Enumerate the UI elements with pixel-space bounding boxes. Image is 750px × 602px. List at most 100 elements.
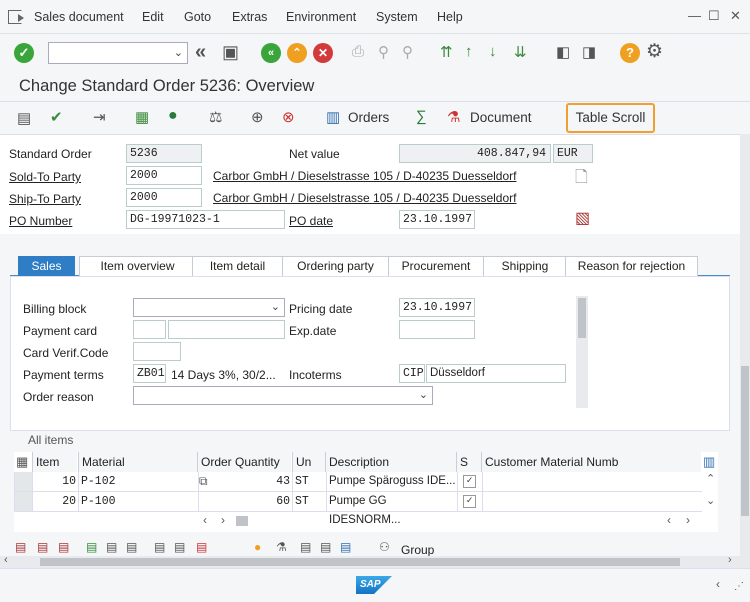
group-icon[interactable]: ⚇ bbox=[379, 540, 390, 554]
menu-system[interactable]: System bbox=[376, 10, 418, 24]
payment-card-type-field[interactable] bbox=[133, 320, 166, 339]
display-doc-flow-icon[interactable]: ▤ bbox=[17, 109, 31, 127]
table-hscroll-thumb[interactable] bbox=[236, 516, 248, 526]
scroll-right-icon[interactable]: › bbox=[221, 513, 225, 527]
tab-ordering-party[interactable]: Ordering party bbox=[282, 256, 389, 276]
create-shortcut-icon[interactable]: ◨ bbox=[582, 43, 596, 61]
table-row-customer-material[interactable] bbox=[482, 492, 702, 512]
orders-button[interactable]: Orders bbox=[348, 110, 389, 125]
incoterms-place-field[interactable]: Düsseldorf bbox=[426, 364, 566, 383]
item-detail-icon[interactable]: ▤ bbox=[86, 540, 97, 554]
table-scroll-button[interactable]: Table Scroll bbox=[566, 103, 655, 133]
document-icon[interactable]: 🗋 bbox=[575, 166, 588, 193]
scrollbar-thumb[interactable] bbox=[578, 298, 586, 338]
tab-sales[interactable]: Sales bbox=[18, 256, 75, 276]
item-reject-icon[interactable]: ▤ bbox=[196, 540, 207, 554]
table-row-quantity[interactable]: 60 bbox=[198, 492, 292, 512]
main-vertical-scrollbar[interactable] bbox=[740, 134, 750, 556]
sort-icon[interactable]: ⚗ bbox=[276, 540, 287, 554]
table-settings-icon[interactable]: ▦ bbox=[16, 454, 28, 470]
scroll-left-icon[interactable]: ‹ bbox=[4, 554, 8, 566]
close-icon[interactable]: ✕ bbox=[730, 8, 741, 24]
tab-item-overview[interactable]: Item overview bbox=[79, 256, 196, 276]
table-row-unit[interactable]: ST bbox=[292, 492, 326, 512]
deselect-all-icon[interactable]: ▤ bbox=[37, 540, 48, 554]
attachment-icon[interactable]: ▧ bbox=[575, 208, 590, 228]
help-icon[interactable]: ? bbox=[620, 43, 640, 63]
table-row-description[interactable]: Pumpe GG IDESNORM... bbox=[326, 492, 457, 526]
scroll-up-icon[interactable]: ⌃ bbox=[706, 472, 715, 485]
column-header-s[interactable]: S bbox=[456, 452, 482, 472]
menu-edit[interactable]: Edit bbox=[142, 10, 164, 24]
fields-scrollbar[interactable] bbox=[576, 296, 588, 408]
settings-gear-icon[interactable]: ⚙ bbox=[646, 40, 663, 63]
table-row-item[interactable]: 20 bbox=[32, 492, 78, 512]
table-row-description[interactable]: Pumpe Späroguss IDE... bbox=[326, 472, 457, 492]
sum-icon[interactable]: ∑ bbox=[416, 108, 427, 125]
layout-icon[interactable]: ▤ bbox=[340, 540, 351, 554]
create-session-icon[interactable]: ◧ bbox=[556, 43, 570, 61]
resize-grip-icon[interactable]: ⋰ bbox=[734, 581, 744, 592]
tab-procurement[interactable]: Procurement bbox=[388, 256, 484, 276]
menu-extras[interactable]: Extras bbox=[232, 10, 267, 24]
item-copy-icon[interactable]: ▤ bbox=[154, 540, 165, 554]
menu-environment[interactable]: Environment bbox=[286, 10, 356, 24]
ship-to-label[interactable]: Ship-To Party bbox=[9, 192, 81, 206]
scroll-right-icon[interactable]: › bbox=[686, 513, 690, 527]
next-page-icon[interactable]: ↓ bbox=[489, 43, 497, 60]
table-row-material[interactable]: P-100 bbox=[78, 492, 198, 512]
scroll-left-icon[interactable]: ‹ bbox=[667, 513, 671, 527]
menu-help[interactable]: Help bbox=[437, 10, 463, 24]
checkbox[interactable]: ✓ bbox=[463, 475, 476, 488]
item-insert-icon[interactable]: ▤ bbox=[174, 540, 185, 554]
command-field[interactable]: ⌄ bbox=[48, 42, 188, 64]
checkbox[interactable]: ✓ bbox=[463, 495, 476, 508]
back-icon[interactable]: « bbox=[261, 43, 281, 63]
pricing-date-field[interactable]: 23.10.1997 bbox=[399, 298, 475, 317]
menu-sales-document[interactable]: Sales document bbox=[34, 10, 124, 24]
orders-icon[interactable]: ▥ bbox=[326, 108, 340, 126]
stock-icon[interactable]: ⊕ bbox=[251, 108, 264, 126]
header-detail-icon[interactable]: ⇥ bbox=[93, 108, 106, 126]
po-number-label[interactable]: PO Number bbox=[9, 214, 72, 228]
column-header-item[interactable]: Item bbox=[32, 452, 77, 472]
card-verif-code-field[interactable] bbox=[133, 342, 181, 361]
enter-icon[interactable]: ✓ bbox=[14, 43, 34, 63]
po-date-label[interactable]: PO date bbox=[289, 214, 333, 228]
maximize-icon[interactable]: ☐ bbox=[708, 8, 720, 24]
ship-to-field[interactable]: 2000 bbox=[126, 188, 202, 207]
print-icon[interactable]: ⎙ bbox=[352, 43, 364, 60]
payment-terms-code-field[interactable]: ZB01 bbox=[133, 364, 166, 383]
column-header-description[interactable]: Description bbox=[325, 452, 457, 472]
minimize-icon[interactable]: — bbox=[688, 8, 701, 23]
document-icon[interactable]: ⚗ bbox=[447, 108, 460, 126]
save-icon[interactable]: ▣ bbox=[222, 42, 239, 63]
scroll-left-icon[interactable]: ‹ bbox=[203, 513, 207, 527]
menu-goto[interactable]: Goto bbox=[184, 10, 211, 24]
payment-card-number-field[interactable] bbox=[168, 320, 285, 339]
select-all-icon[interactable]: ▤ bbox=[15, 540, 26, 554]
table-row-unit[interactable]: ST bbox=[292, 472, 326, 492]
last-page-icon[interactable]: ⇊ bbox=[514, 43, 527, 61]
column-header-customer-material[interactable]: Customer Material Numb bbox=[481, 452, 701, 472]
check-icon[interactable]: ✔ bbox=[50, 108, 63, 126]
table-row-quantity[interactable]: 43 bbox=[198, 472, 292, 492]
scrollbar-thumb[interactable] bbox=[40, 558, 680, 566]
po-date-field[interactable]: 23.10.1997 bbox=[399, 210, 475, 229]
scroll-right-icon[interactable]: › bbox=[728, 554, 732, 566]
tab-item-detail[interactable]: Item detail bbox=[192, 256, 283, 276]
item-conditions-icon[interactable]: ▤ bbox=[106, 540, 117, 554]
table-row-s[interactable]: ✓ bbox=[457, 472, 482, 492]
sold-to-field[interactable]: 2000 bbox=[126, 166, 202, 185]
status-expand-icon[interactable]: ‹ bbox=[716, 577, 720, 591]
tab-reason-for-rejection[interactable]: Reason for rejection bbox=[565, 256, 698, 276]
business-data-icon[interactable]: ▦ bbox=[135, 108, 149, 126]
cancel-icon[interactable]: ✕ bbox=[313, 43, 333, 63]
table-row-material[interactable]: P-102 bbox=[78, 472, 198, 492]
column-header-order-quantity[interactable]: Order Quantity bbox=[197, 452, 291, 472]
find-next-icon[interactable]: ⚲ bbox=[402, 43, 413, 61]
delete-icon[interactable]: ⊗ bbox=[282, 108, 295, 126]
previous-page-icon[interactable]: ↑ bbox=[465, 43, 473, 60]
table-row-customer-material[interactable] bbox=[482, 472, 702, 492]
scrollbar-thumb[interactable] bbox=[741, 366, 749, 516]
